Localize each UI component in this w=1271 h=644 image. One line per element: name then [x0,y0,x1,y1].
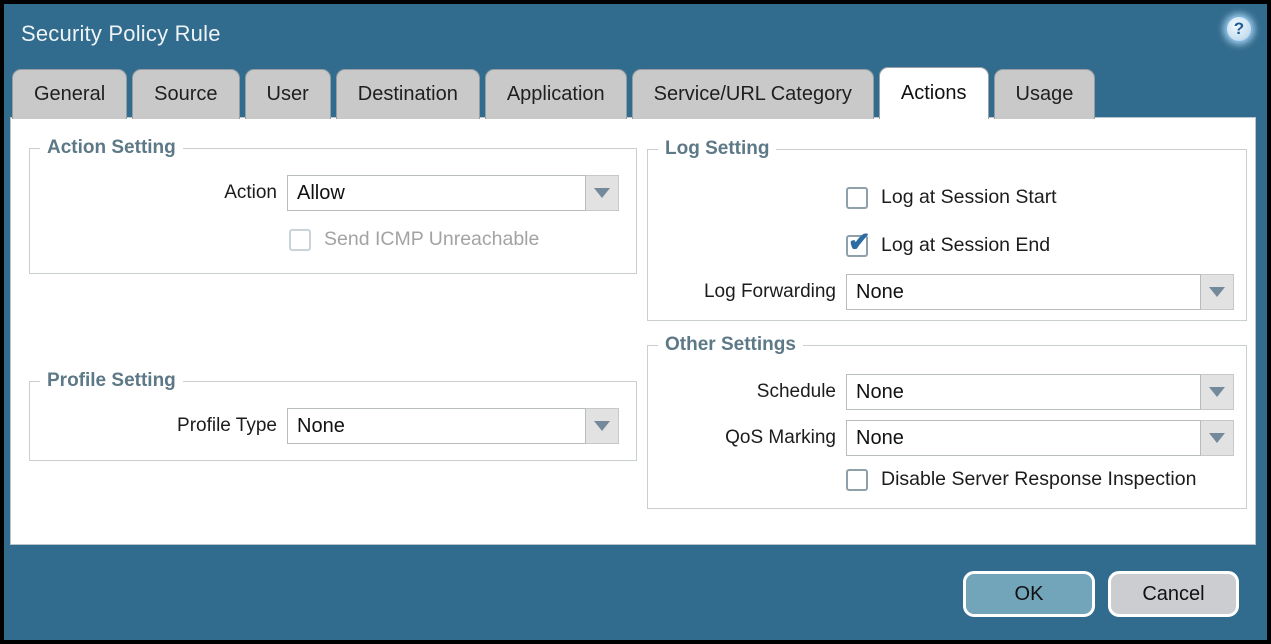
profile-type-dropdown[interactable]: None [287,408,619,444]
log-forwarding-dropdown[interactable]: None [846,274,1234,310]
qos-marking-dropdown-button[interactable] [1201,420,1234,456]
log-session-end-checkbox[interactable] [846,235,868,257]
profile-type-dropdown-button[interactable] [586,408,619,444]
actions-tab-panel: Action Setting Action Allow Send ICMP Un… [10,117,1256,545]
dsri-label: Disable Server Response Inspection [881,468,1196,491]
chevron-down-icon [1209,287,1225,297]
action-dropdown-value: Allow [287,175,586,211]
profile-type-label: Profile Type [30,408,277,444]
log-session-end-row: Log at Session End [846,234,1050,257]
tab-general[interactable]: General [12,69,127,119]
action-setting-legend: Action Setting [40,137,183,159]
qos-marking-dropdown-value: None [846,420,1201,456]
log-session-start-row: Log at Session Start [846,186,1057,209]
tab-strip: General Source User Destination Applicat… [12,67,1095,119]
security-policy-rule-dialog: Security Policy Rule ? General Source Us… [4,4,1267,640]
chevron-down-icon [1209,387,1225,397]
schedule-dropdown-value: None [846,374,1201,410]
send-icmp-checkbox[interactable] [289,229,311,251]
log-session-start-label: Log at Session Start [881,186,1057,209]
cancel-button[interactable]: Cancel [1108,571,1239,617]
qos-marking-label: QoS Marking [648,420,836,456]
profile-type-dropdown-value: None [287,408,586,444]
schedule-dropdown[interactable]: None [846,374,1234,410]
other-settings-legend: Other Settings [658,334,803,356]
chevron-down-icon [1209,433,1225,443]
tab-usage[interactable]: Usage [994,69,1096,119]
dsri-checkbox[interactable] [846,469,868,491]
tab-destination[interactable]: Destination [336,69,480,119]
send-icmp-label: Send ICMP Unreachable [324,228,539,251]
action-label: Action [30,175,277,211]
log-session-end-label: Log at Session End [881,234,1050,257]
send-icmp-row: Send ICMP Unreachable [289,228,539,251]
tab-source[interactable]: Source [132,69,239,119]
log-setting-legend: Log Setting [658,138,776,160]
log-forwarding-label: Log Forwarding [648,274,836,310]
qos-marking-dropdown[interactable]: None [846,420,1234,456]
dsri-row: Disable Server Response Inspection [846,468,1196,491]
help-icon[interactable]: ? [1225,15,1253,43]
log-forwarding-dropdown-value: None [846,274,1201,310]
log-session-start-checkbox[interactable] [846,187,868,209]
tab-service-url-category[interactable]: Service/URL Category [632,69,874,119]
chevron-down-icon [594,188,610,198]
tab-application[interactable]: Application [485,69,627,119]
log-setting-group: Log Setting Log at Session Start Log at … [647,149,1247,321]
action-dropdown[interactable]: Allow [287,175,619,211]
chevron-down-icon [594,421,610,431]
ok-button[interactable]: OK [963,571,1095,617]
schedule-label: Schedule [648,374,836,410]
log-forwarding-dropdown-button[interactable] [1201,274,1234,310]
profile-setting-group: Profile Setting Profile Type None [29,381,637,461]
action-setting-group: Action Setting Action Allow Send ICMP Un… [29,148,637,274]
action-dropdown-button[interactable] [586,175,619,211]
profile-setting-legend: Profile Setting [40,370,183,392]
schedule-dropdown-button[interactable] [1201,374,1234,410]
tab-actions[interactable]: Actions [879,67,989,119]
dialog-title: Security Policy Rule [21,21,221,47]
other-settings-group: Other Settings Schedule None QoS Marking… [647,345,1247,509]
tab-user[interactable]: User [245,69,331,119]
